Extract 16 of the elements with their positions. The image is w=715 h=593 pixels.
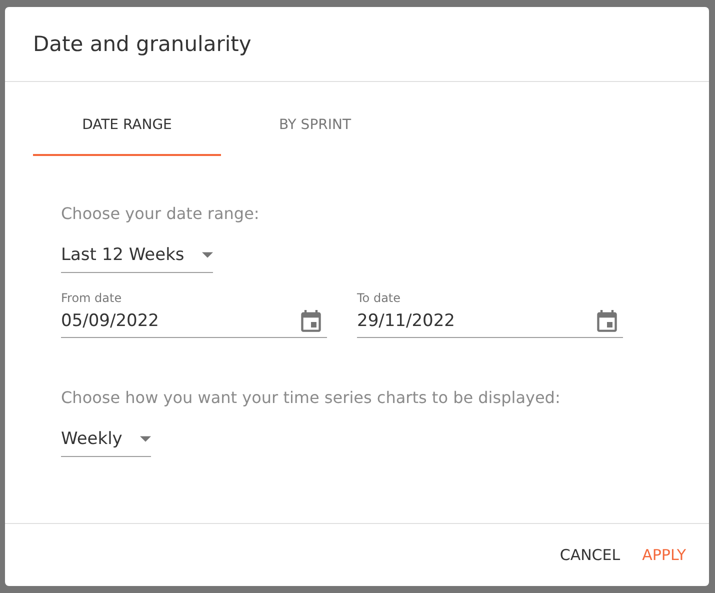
caret-icon: [140, 436, 151, 442]
date-field[interactable]: 05/09/2022: [61, 305, 327, 338]
tab[interactable]: BY SPRINT: [221, 96, 409, 156]
range-dropdown[interactable]: Last 12 Weeks: [61, 237, 213, 273]
granularity-dropdown[interactable]: Weekly: [61, 421, 151, 457]
caret-icon: [202, 252, 213, 258]
prompt-text: Choose how you want your time series charts to be displayed:: [61, 388, 560, 407]
prompt-text: Choose your date range:: [61, 204, 260, 223]
field-label: From date: [61, 291, 122, 305]
cancel-button[interactable]: CANCEL: [552, 538, 628, 572]
tab[interactable]: DATE RANGE: [33, 96, 221, 156]
calendar-icon[interactable]: [301, 310, 321, 332]
date-field[interactable]: 29/11/2022: [357, 305, 623, 338]
field-label: To date: [357, 291, 401, 305]
dialog-title: Date and granularity: [33, 32, 252, 56]
calendar-icon[interactable]: [597, 310, 617, 332]
